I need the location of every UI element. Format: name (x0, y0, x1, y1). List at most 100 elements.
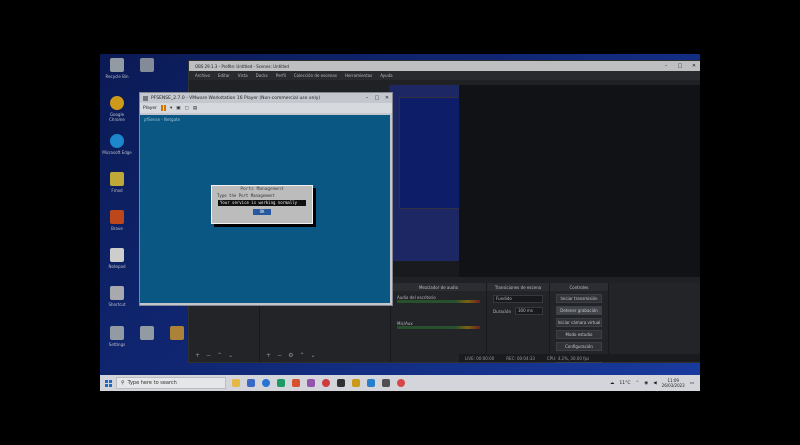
menu-item[interactable]: Herramientas (345, 73, 372, 78)
menu-item[interactable]: Docks (256, 73, 268, 78)
desktop-icon-virtualbox[interactable] (132, 58, 162, 74)
add-icon[interactable]: + (266, 352, 271, 359)
studio-mode-button[interactable]: Modo estudio (556, 330, 602, 339)
vmware-title: PFSENSE_2.7.0 - VMware Workstation 16 Pl… (151, 95, 321, 101)
pause-icon[interactable] (161, 105, 167, 111)
volume-icon[interactable]: ◀ (653, 381, 656, 386)
menu-item[interactable]: Vista (238, 73, 248, 78)
edge-icon (110, 134, 124, 148)
terminal-icon[interactable] (337, 379, 345, 387)
notifications-icon[interactable]: ▭ (690, 381, 694, 386)
app-icon[interactable] (307, 379, 315, 387)
player-menu[interactable]: Player (143, 106, 157, 111)
network-icon[interactable]: ◉ (644, 381, 648, 386)
desktop-icon-edge[interactable]: Microsoft Edge (102, 134, 132, 155)
start-streaming-button[interactable]: Iniciar transmisión (556, 294, 602, 303)
search-icon: ⚲ (121, 380, 125, 386)
add-icon[interactable]: + (195, 352, 200, 359)
desktop-icon-recycle-bin[interactable]: Recycle Bin (102, 58, 132, 79)
chevron-up-icon[interactable]: ⌃ (635, 381, 639, 386)
desktop-icon-folder[interactable] (132, 326, 162, 342)
unity-icon[interactable]: ▤ (193, 106, 197, 111)
close-icon[interactable]: ✕ (687, 63, 700, 69)
mixer-row: Audio del escritorio (397, 295, 480, 307)
remove-icon[interactable]: − (277, 352, 282, 359)
ok-button[interactable]: OK (253, 209, 271, 215)
fit-screen-icon[interactable]: ▢ (185, 106, 189, 111)
search-box[interactable]: ⚲ Type here to search (116, 377, 226, 389)
duration-input[interactable]: 300 ms (515, 307, 543, 315)
desktop-icon-brave[interactable]: Brave (102, 210, 132, 231)
console-header: pfSense - Netgate (144, 117, 181, 122)
menu-item[interactable]: Colección de escenas (294, 73, 337, 78)
menu-item[interactable]: Editar (218, 73, 230, 78)
mail-icon[interactable] (292, 379, 300, 387)
remove-icon[interactable]: − (206, 352, 211, 359)
start-button[interactable] (100, 375, 116, 391)
obs-icon[interactable] (397, 379, 405, 387)
explorer-icon[interactable] (352, 379, 360, 387)
taskbar: ⚲ Type here to search ☁ 11°C ⌃ ◉ ◀ 11:09 (100, 375, 700, 391)
transition-select[interactable]: Fundido (493, 295, 543, 303)
controls-header: Controles (550, 283, 608, 291)
desktop-screen: Recycle Bin Google Chrome Microsoft Edge… (100, 54, 700, 391)
mixer-dock: Mezclador de audio Audio del escritorio … (391, 283, 487, 362)
task-view-icon[interactable] (247, 379, 255, 387)
mixer-header: Mezclador de audio (391, 283, 486, 291)
vm-console[interactable]: pfSense - Netgate Ports Management Type … (140, 115, 390, 303)
transitions-dock: Transiciones de escena Fundido Duración … (487, 283, 550, 362)
up-icon[interactable]: ⌃ (217, 352, 222, 359)
maximize-icon[interactable]: □ (372, 95, 382, 101)
mixer-row: Mic/Aux (397, 321, 480, 333)
rec-status: REC: 00:04:33 (506, 355, 535, 361)
maximize-icon[interactable]: □ (673, 63, 687, 69)
taskbar-apps (232, 379, 405, 387)
close-icon[interactable]: ✕ (382, 95, 392, 101)
obs-preview-margin (459, 85, 700, 277)
clock-date: 26/03/2023 (661, 383, 685, 388)
taskbar-app-icon[interactable] (232, 379, 240, 387)
menu-item[interactable]: Perfil (276, 73, 286, 78)
duration-label: Duración (493, 308, 512, 314)
down-icon[interactable]: ⌄ (310, 352, 315, 359)
desktop-icon-shortcut[interactable]: Shortcut (102, 286, 132, 307)
desktop-icon-notepad[interactable]: Notepad (102, 248, 132, 269)
vmware-titlebar[interactable]: PFSENSE_2.7.0 - VMware Workstation 16 Pl… (140, 93, 392, 103)
settings-button[interactable]: Configuración (556, 342, 602, 351)
transition-row: Fundido (493, 295, 543, 303)
shortcut-icon (110, 286, 124, 300)
clock[interactable]: 11:09 26/03/2023 (662, 378, 685, 388)
stop-recording-button[interactable]: Detener grabación (556, 306, 602, 315)
app-icon (110, 172, 124, 186)
store-icon[interactable] (277, 379, 285, 387)
virtual-camera-button[interactable]: Iniciar cámara virtual (556, 318, 602, 327)
obs-menubar: Archivo Editar Vista Docks Perfil Colecc… (189, 71, 700, 80)
desktop-icon-chrome[interactable]: Google Chrome (102, 96, 132, 122)
obs-titlebar[interactable]: OBS 29.1.3 - Profile: Untitled - Scenes:… (189, 61, 700, 71)
gear-icon[interactable]: ⚙ (288, 352, 293, 359)
vmware-icon[interactable] (367, 379, 375, 387)
notepad-icon (110, 248, 124, 262)
up-icon[interactable]: ⌃ (299, 352, 304, 359)
send-ctrl-alt-del-icon[interactable]: ▣ (176, 106, 180, 111)
menu-item[interactable]: Ayuda (380, 73, 392, 78)
vmware-logo-icon (143, 95, 148, 101)
menu-item[interactable]: Archivo (195, 73, 210, 78)
desktop-icon-settings[interactable]: Settings (102, 326, 132, 347)
weather-icon[interactable]: ☁ (610, 381, 615, 386)
app-icon (170, 326, 184, 340)
scenes-controls: + − ⌃ ⌄ (195, 352, 233, 359)
minimize-icon[interactable]: – (659, 63, 673, 69)
ports-dialog: Ports Management Type the Port Managemen… (211, 185, 313, 224)
settings-icon[interactable] (382, 379, 390, 387)
desktop-icon-fmod[interactable]: Fmod (102, 172, 132, 193)
opera-icon[interactable] (322, 379, 330, 387)
down-icon[interactable]: ⌄ (228, 352, 233, 359)
dialog-subtitle: Type the Port Management (217, 193, 275, 198)
windows-icon (104, 379, 112, 387)
weather-temp[interactable]: 11°C (619, 381, 630, 386)
minimize-icon[interactable]: – (362, 95, 372, 101)
edge-icon[interactable] (262, 379, 270, 387)
dropdown-icon[interactable]: ▾ (170, 106, 172, 111)
chrome-icon (110, 96, 124, 110)
